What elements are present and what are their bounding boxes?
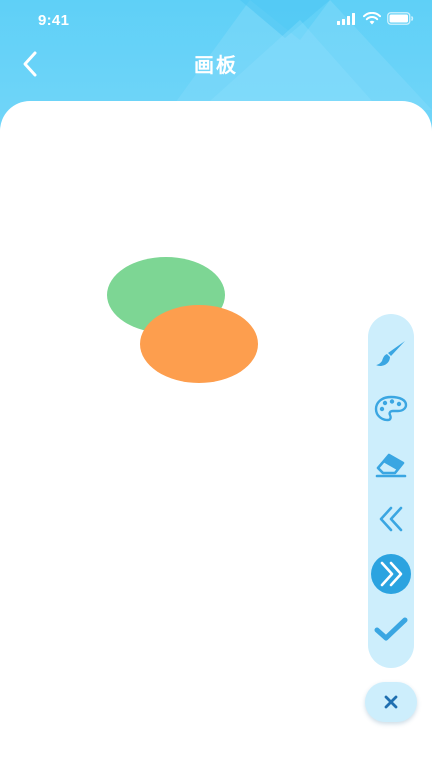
brush-icon	[376, 341, 405, 366]
page-title: 画板	[194, 55, 238, 77]
close-icon	[384, 695, 398, 709]
double-chevron-left-icon	[379, 506, 403, 532]
wifi-icon	[363, 12, 381, 25]
close-button[interactable]	[365, 682, 417, 722]
confirm-tool-button[interactable]	[371, 609, 411, 649]
checkmark-icon	[374, 617, 408, 641]
redo-tool-button[interactable]	[371, 554, 411, 594]
palette-icon	[374, 395, 408, 422]
nav-bar: 画板	[0, 44, 432, 84]
palette-tool-button[interactable]	[371, 389, 411, 429]
brush-tool-button[interactable]	[371, 334, 411, 374]
drawing-board-screen: 9:41 画板	[0, 0, 432, 768]
double-chevron-right-icon	[380, 561, 403, 587]
battery-icon	[387, 12, 414, 25]
orange-ellipse	[140, 305, 258, 383]
status-time: 9:41	[38, 12, 70, 29]
eraser-icon	[375, 453, 407, 478]
undo-tool-button[interactable]	[371, 499, 411, 539]
drawing-toolbar	[368, 314, 414, 668]
eraser-tool-button[interactable]	[371, 444, 411, 484]
status-bar: 9:41	[0, 0, 432, 44]
signal-icon	[337, 12, 355, 25]
status-icons	[337, 12, 414, 25]
